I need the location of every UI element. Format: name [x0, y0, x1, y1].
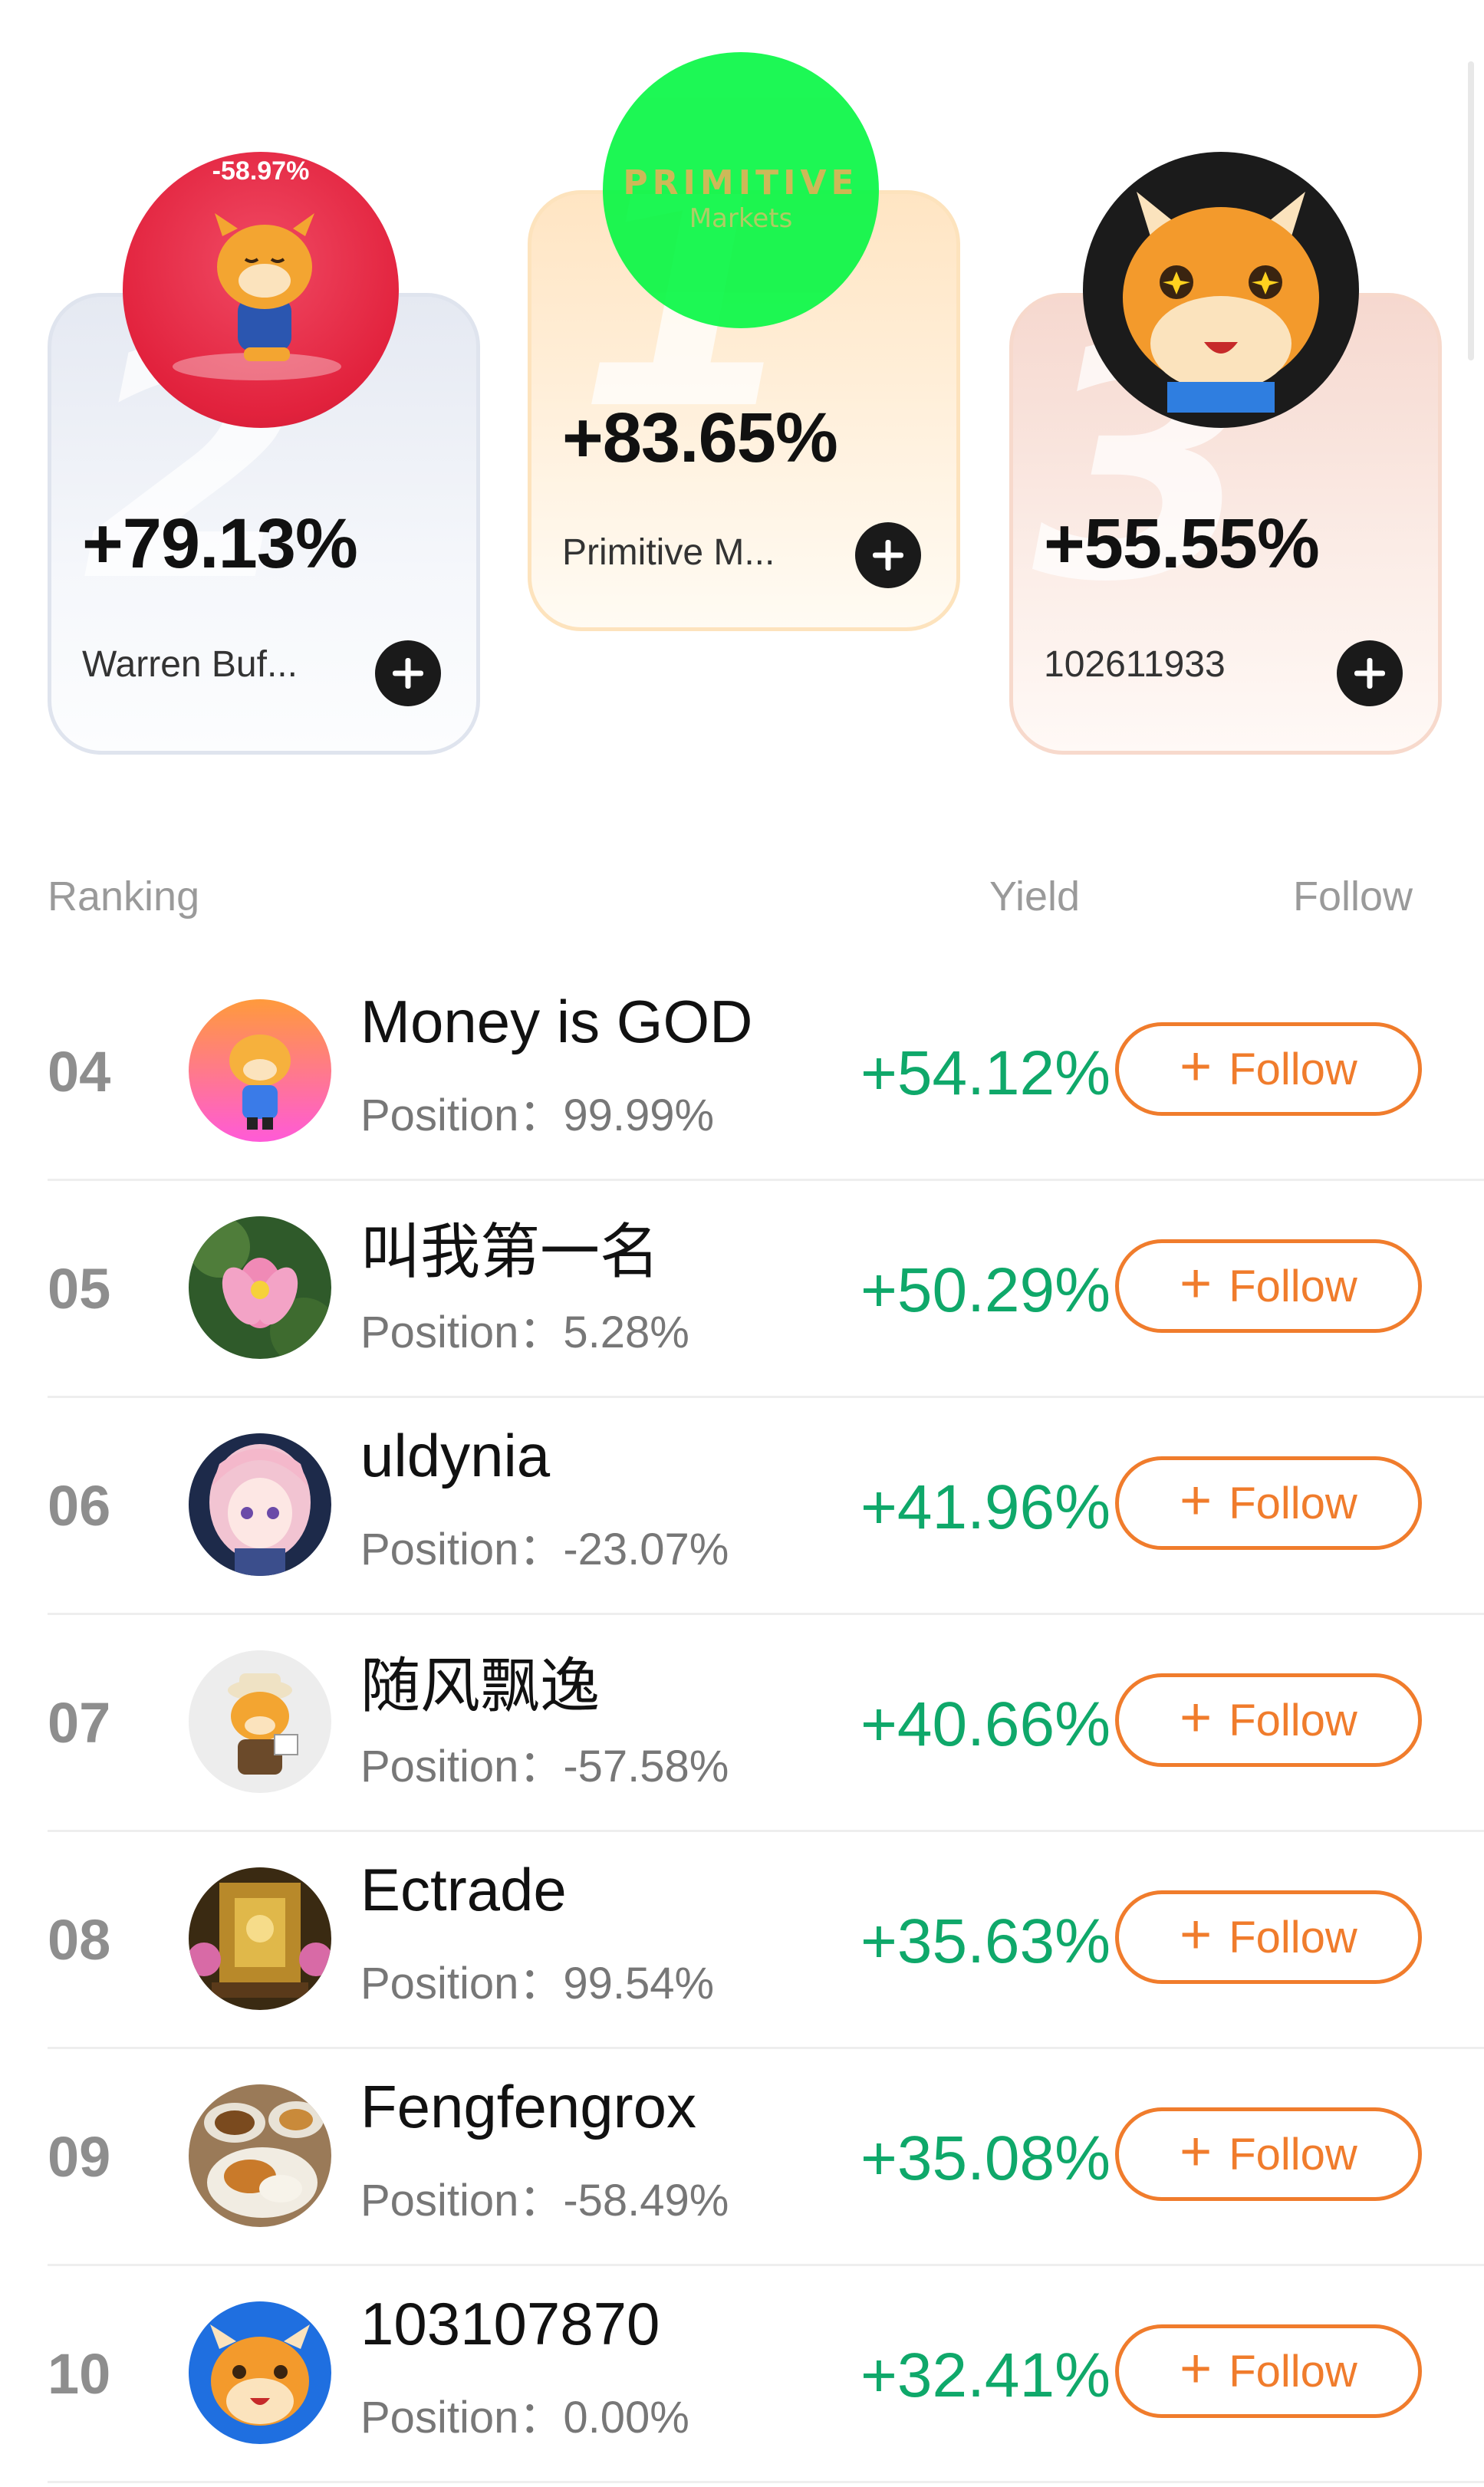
position-text: Position：-23.07%	[360, 1525, 729, 1574]
bull-mascot-icon	[1123, 192, 1319, 413]
bull-mascot-icon	[189, 2301, 331, 2444]
avatar[interactable]	[189, 1216, 331, 1359]
avatar[interactable]	[189, 999, 331, 1142]
plus-icon: +	[1180, 1470, 1213, 1531]
position-text: Position：0.00%	[360, 2393, 689, 2443]
rank-number: 08	[48, 1908, 111, 1972]
list-item[interactable]: 05 叫我第一名 Position：5.28% +50.29% + Follow	[48, 1181, 1484, 1398]
user-name: Money is GOD	[360, 988, 753, 1055]
podium-yield: +79.13%	[82, 505, 358, 583]
yield-value: +32.41%	[860, 2341, 1111, 2410]
rank-number: 09	[48, 2125, 111, 2189]
avatar[interactable]	[189, 2084, 331, 2227]
rank-number: 10	[48, 2342, 111, 2406]
follow-button[interactable]: + Follow	[1115, 1456, 1422, 1550]
list-item[interactable]: 08 Ectrade Position：99.54% +35.63% + Fol…	[48, 1832, 1484, 2049]
list-item[interactable]: 10 103107870 Position：0.00% +32.41% + Fo…	[48, 2266, 1484, 2483]
rank-number: 04	[48, 1040, 111, 1104]
user-name: Ectrade	[360, 1856, 567, 1923]
user-name: 103107870	[360, 2290, 660, 2357]
yield-value: +41.96%	[860, 1472, 1111, 1542]
svg-text:PRIMITIVE: PRIMITIVE	[623, 163, 858, 202]
follow-plus-button[interactable]	[1337, 640, 1403, 706]
header-follow: Follow	[1293, 873, 1413, 919]
plus-icon: +	[1180, 1687, 1213, 1748]
header-yield: Yield	[989, 873, 1081, 919]
user-name: uldynia	[360, 1422, 551, 1489]
lotus-flower-icon	[189, 1216, 331, 1359]
plus-icon: +	[1180, 1036, 1213, 1097]
follow-button[interactable]: + Follow	[1115, 2324, 1422, 2418]
follow-button[interactable]: + Follow	[1115, 2107, 1422, 2201]
row-divider	[48, 2481, 1484, 2483]
plus-icon: +	[1180, 1253, 1213, 1314]
avatar[interactable]	[189, 1867, 331, 2010]
avatar-badge-text: -58.97%	[212, 156, 310, 186]
follow-label: Follow	[1229, 1912, 1357, 1962]
primitive-markets-logo: PRIMITIVE Markets	[623, 163, 858, 234]
yield-value: +40.66%	[860, 1689, 1111, 1759]
follow-label: Follow	[1229, 1044, 1357, 1094]
yield-value: +54.12%	[860, 1038, 1111, 1108]
bull-mascot-icon	[189, 999, 331, 1142]
podium-name: Primitive M...	[562, 532, 775, 573]
follow-button[interactable]: + Follow	[1115, 1673, 1422, 1767]
podium-name: 102611933	[1044, 644, 1226, 685]
plus-icon: +	[1180, 2121, 1213, 2183]
follow-button[interactable]: + Follow	[1115, 1022, 1422, 1116]
follow-label: Follow	[1229, 1695, 1357, 1745]
follow-button[interactable]: + Follow	[1115, 1239, 1422, 1333]
position-text: Position：5.28%	[360, 1308, 689, 1357]
rank-number: 07	[48, 1691, 111, 1755]
podium-yield: +55.55%	[1044, 505, 1320, 583]
yield-value: +50.29%	[860, 1255, 1111, 1325]
bull-mascot-icon	[173, 213, 341, 380]
position-text: Position：-57.58%	[360, 1742, 729, 1791]
bull-mascot-icon	[189, 1650, 331, 1793]
podium-name: Warren Buf...	[82, 644, 298, 685]
user-name: Fengfengrox	[360, 2073, 696, 2140]
list-item[interactable]: 06 uldynia Position：-23.07% +41.96% + Fo…	[48, 1398, 1484, 1615]
shrine-photo-icon	[189, 1867, 331, 2010]
user-name: 叫我第一名	[360, 1218, 660, 1285]
position-text: Position：99.99%	[360, 1091, 715, 1140]
avatar[interactable]	[189, 2301, 331, 2444]
position-text: Position：99.54%	[360, 1959, 715, 2008]
avatar[interactable]: -58.97%	[123, 152, 399, 428]
rank-number: 06	[48, 1474, 111, 1538]
svg-text:Markets: Markets	[689, 203, 793, 234]
avatar[interactable]	[1083, 152, 1359, 428]
follow-plus-button[interactable]	[375, 640, 441, 706]
list-item[interactable]: 07 随风飘逸 Position：-57.58% +40.66% + Follo…	[48, 1615, 1484, 1832]
avatar[interactable]: PRIMITIVE Markets	[603, 52, 879, 328]
rank-number: 05	[48, 1257, 111, 1321]
yield-value: +35.08%	[860, 2123, 1111, 2193]
food-photo-icon	[189, 2084, 331, 2227]
plus-icon: +	[1180, 2338, 1213, 2400]
scrollbar-thumb[interactable]	[1468, 61, 1474, 360]
avatar[interactable]	[189, 1650, 331, 1793]
list-item[interactable]: 09 Fengfengrox Position：-58.49% +35.08% …	[48, 2049, 1484, 2266]
follow-plus-button[interactable]	[855, 522, 921, 588]
follow-label: Follow	[1229, 1261, 1357, 1311]
position-text: Position：-58.49%	[360, 2176, 729, 2225]
user-name: 随风飘逸	[360, 1652, 601, 1719]
anime-girl-icon	[189, 1433, 331, 1576]
yield-value: +35.63%	[860, 1906, 1111, 1976]
header-ranking: Ranking	[48, 873, 200, 919]
follow-label: Follow	[1229, 2129, 1357, 2179]
podium-yield: +83.65%	[562, 399, 838, 477]
list-item[interactable]: 04 Money is GOD Position：99.99% +54.12% …	[48, 964, 1484, 1181]
follow-label: Follow	[1229, 1478, 1357, 1528]
follow-button[interactable]: + Follow	[1115, 1890, 1422, 1984]
follow-label: Follow	[1229, 2346, 1357, 2397]
avatar[interactable]	[189, 1433, 331, 1576]
plus-icon: +	[1180, 1904, 1213, 1966]
